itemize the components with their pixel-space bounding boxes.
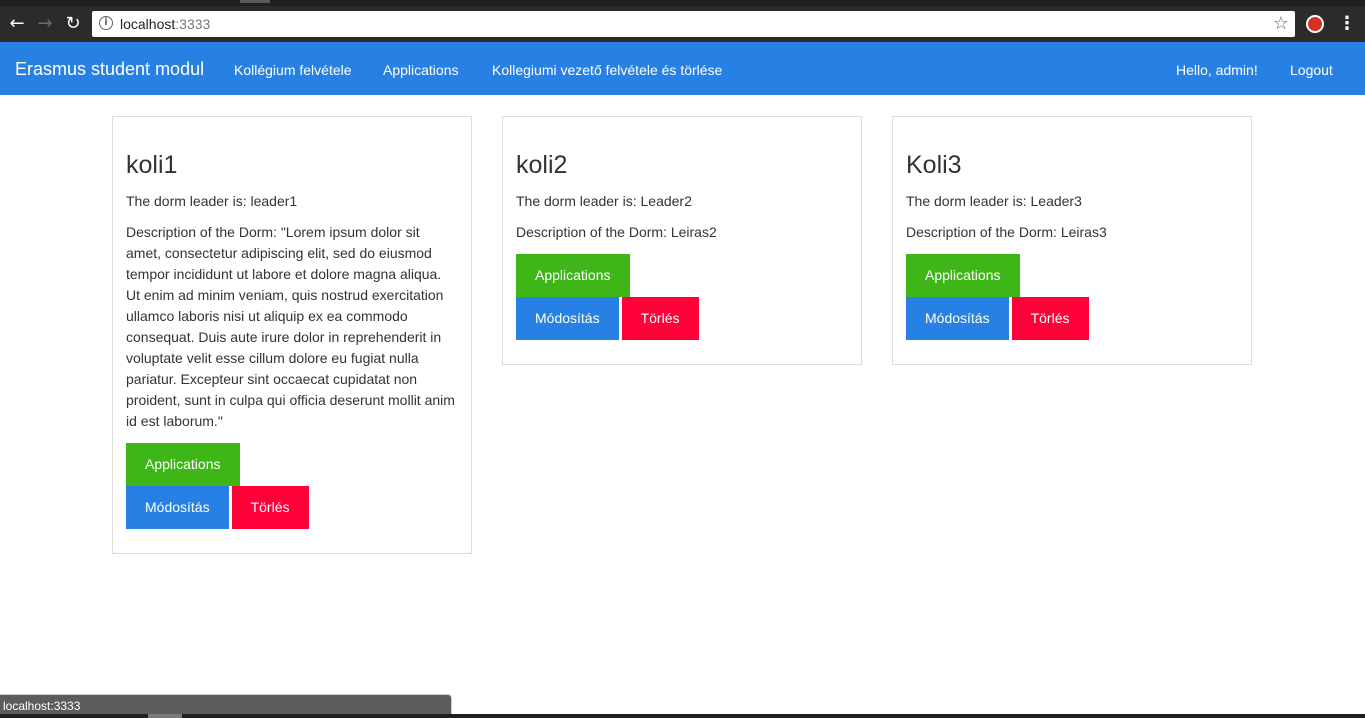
applications-button[interactable]: Applications bbox=[906, 254, 1020, 297]
applications-button[interactable]: Applications bbox=[516, 254, 630, 297]
reload-icon[interactable]: ↻ bbox=[62, 13, 84, 35]
dorm-description: Description of the Dorm: Leiras3 bbox=[906, 224, 1107, 240]
dorm-card: koli2 The dorm leader is: Leader2 Descri… bbox=[502, 116, 862, 365]
dorm-card: koli1 The dorm leader is: leader1 Descri… bbox=[112, 116, 472, 554]
edit-button[interactable]: Módosítás bbox=[516, 297, 619, 340]
dorm-leader: The dorm leader is: Leader3 bbox=[906, 193, 1082, 209]
dorm-leader: The dorm leader is: leader1 bbox=[126, 193, 298, 209]
url-port: :3333 bbox=[175, 16, 211, 32]
dorm-title: koli1 bbox=[126, 151, 178, 179]
address-url[interactable]: localhost:3333 bbox=[120, 16, 210, 32]
edit-button[interactable]: Módosítás bbox=[126, 486, 229, 529]
nav-greeting[interactable]: Hello, admin! bbox=[1176, 62, 1258, 78]
navbar-brand[interactable]: Erasmus student modul bbox=[15, 59, 204, 80]
back-arrow-icon[interactable]: ← bbox=[6, 13, 28, 35]
info-icon[interactable]: i bbox=[99, 16, 113, 30]
kebab-menu-icon[interactable]: ⋮ bbox=[1338, 13, 1356, 35]
applications-button[interactable]: Applications bbox=[126, 443, 240, 486]
nav-link-kollegiumi-vezeto[interactable]: Kollegiumi vezető felvétele és törlése bbox=[492, 62, 722, 78]
forward-arrow-icon[interactable]: → bbox=[34, 13, 56, 35]
nav-link-applications[interactable]: Applications bbox=[383, 62, 459, 78]
status-url: localhost:3333 bbox=[3, 699, 81, 713]
delete-button[interactable]: Törlés bbox=[1011, 297, 1089, 340]
dorm-card: Koli3 The dorm leader is: Leader3 Descri… bbox=[892, 116, 1252, 365]
edit-button[interactable]: Módosítás bbox=[906, 297, 1009, 340]
extension-icon[interactable] bbox=[1306, 15, 1324, 33]
dorm-title: Koli3 bbox=[906, 151, 962, 179]
delete-button[interactable]: Törlés bbox=[621, 297, 699, 340]
dorm-title: koli2 bbox=[516, 151, 568, 179]
window-bottom-edge bbox=[0, 714, 1365, 718]
browser-toolbar: ← → ↻ i localhost:3333 ☆ ⋮ bbox=[0, 6, 1365, 42]
app-navbar: Erasmus student modul Kollégium felvétel… bbox=[0, 42, 1365, 95]
browser-tab[interactable] bbox=[240, 0, 270, 3]
dorm-leader: The dorm leader is: Leader2 bbox=[516, 193, 692, 209]
dorm-description: Description of the Dorm: Leiras2 bbox=[516, 224, 717, 240]
delete-button[interactable]: Törlés bbox=[231, 486, 309, 529]
address-bar[interactable]: i localhost:3333 ☆ bbox=[92, 11, 1295, 37]
logout-link[interactable]: Logout bbox=[1290, 62, 1333, 78]
bookmark-star-icon[interactable]: ☆ bbox=[1273, 13, 1289, 34]
taskbar-segment bbox=[148, 714, 182, 718]
url-host: localhost bbox=[120, 16, 176, 32]
browser-status-bar: localhost:3333 bbox=[0, 694, 452, 716]
nav-link-kollegium-felvetele[interactable]: Kollégium felvétele bbox=[234, 62, 352, 78]
dorm-description: Description of the Dorm: "Lorem ipsum do… bbox=[126, 224, 455, 429]
